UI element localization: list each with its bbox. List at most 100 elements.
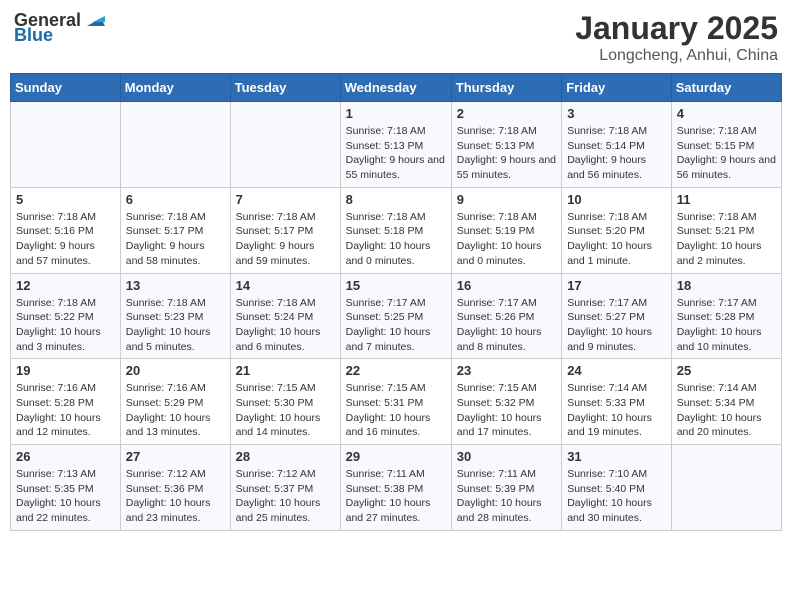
day-number: 19	[16, 363, 115, 378]
day-number: 21	[236, 363, 335, 378]
table-row: 29 Sunrise: 7:11 AM Sunset: 5:38 PM Dayli…	[340, 445, 451, 531]
table-row: 5 Sunrise: 7:18 AM Sunset: 5:16 PM Daylig…	[11, 187, 121, 273]
table-row: 17 Sunrise: 7:17 AM Sunset: 5:27 PM Dayli…	[562, 273, 672, 359]
day-number: 22	[346, 363, 446, 378]
day-info: Sunrise: 7:16 AM Sunset: 5:29 PM Dayligh…	[126, 381, 225, 440]
day-info: Sunrise: 7:18 AM Sunset: 5:19 PM Dayligh…	[457, 210, 556, 269]
logo-icon	[83, 8, 105, 30]
day-info: Sunrise: 7:17 AM Sunset: 5:27 PM Dayligh…	[567, 296, 666, 355]
day-number: 9	[457, 192, 556, 207]
header-sunday: Sunday	[11, 74, 121, 102]
table-row: 13 Sunrise: 7:18 AM Sunset: 5:23 PM Dayli…	[120, 273, 230, 359]
header-friday: Friday	[562, 74, 672, 102]
title-block: January 2025 Longcheng, Anhui, China	[575, 10, 778, 65]
day-info: Sunrise: 7:15 AM Sunset: 5:32 PM Dayligh…	[457, 381, 556, 440]
day-info: Sunrise: 7:15 AM Sunset: 5:30 PM Dayligh…	[236, 381, 335, 440]
table-row: 31 Sunrise: 7:10 AM Sunset: 5:40 PM Dayli…	[562, 445, 672, 531]
day-number: 25	[677, 363, 776, 378]
header-thursday: Thursday	[451, 74, 561, 102]
month-title: January 2025	[575, 10, 778, 47]
day-number: 20	[126, 363, 225, 378]
day-info: Sunrise: 7:18 AM Sunset: 5:20 PM Dayligh…	[567, 210, 666, 269]
calendar-table: Sunday Monday Tuesday Wednesday Thursday…	[10, 73, 782, 531]
table-row: 12Sunrise: 7:18 AM Sunset: 5:22 PM Dayli…	[11, 273, 121, 359]
table-row: 1 Sunrise: 7:18 AM Sunset: 5:13 PM Daylig…	[340, 102, 451, 188]
day-number: 31	[567, 449, 666, 464]
day-info: Sunrise: 7:18 AM Sunset: 5:23 PM Dayligh…	[126, 296, 225, 355]
table-row: 4 Sunrise: 7:18 AM Sunset: 5:15 PM Daylig…	[671, 102, 781, 188]
day-info: Sunrise: 7:18 AM Sunset: 5:16 PM Dayligh…	[16, 210, 115, 269]
day-number: 23	[457, 363, 556, 378]
day-number: 30	[457, 449, 556, 464]
table-row: 10 Sunrise: 7:18 AM Sunset: 5:20 PM Dayli…	[562, 187, 672, 273]
day-info: Sunrise: 7:12 AM Sunset: 5:36 PM Dayligh…	[126, 467, 225, 526]
table-row	[671, 445, 781, 531]
day-number: 10	[567, 192, 666, 207]
table-row: 2 Sunrise: 7:18 AM Sunset: 5:13 PM Daylig…	[451, 102, 561, 188]
header-monday: Monday	[120, 74, 230, 102]
logo: General Blue	[14, 10, 105, 46]
header-saturday: Saturday	[671, 74, 781, 102]
day-number: 1	[346, 106, 446, 121]
table-row: 24Sunrise: 7:14 AM Sunset: 5:33 PM Dayli…	[562, 359, 672, 445]
table-row: 27 Sunrise: 7:12 AM Sunset: 5:36 PM Dayli…	[120, 445, 230, 531]
day-info: Sunrise: 7:18 AM Sunset: 5:22 PM Dayligh…	[16, 296, 115, 355]
table-row: 3 Sunrise: 7:18 AM Sunset: 5:14 PM Daylig…	[562, 102, 672, 188]
table-row: 22 Sunrise: 7:15 AM Sunset: 5:31 PM Dayli…	[340, 359, 451, 445]
location-title: Longcheng, Anhui, China	[575, 47, 778, 65]
day-info: Sunrise: 7:11 AM Sunset: 5:39 PM Dayligh…	[457, 467, 556, 526]
table-row: 7Sunrise: 7:18 AM Sunset: 5:17 PM Daylig…	[230, 187, 340, 273]
day-info: Sunrise: 7:17 AM Sunset: 5:26 PM Dayligh…	[457, 296, 556, 355]
day-number: 17	[567, 278, 666, 293]
day-number: 2	[457, 106, 556, 121]
table-row: 14 Sunrise: 7:18 AM Sunset: 5:24 PM Dayli…	[230, 273, 340, 359]
day-info: Sunrise: 7:14 AM Sunset: 5:33 PM Dayligh…	[567, 381, 666, 440]
day-info: Sunrise: 7:18 AM Sunset: 5:15 PM Dayligh…	[677, 124, 776, 183]
day-number: 28	[236, 449, 335, 464]
day-info: Sunrise: 7:16 AM Sunset: 5:28 PM Dayligh…	[16, 381, 115, 440]
day-number: 14	[236, 278, 335, 293]
calendar-header-row: Sunday Monday Tuesday Wednesday Thursday…	[11, 74, 782, 102]
calendar-week-row: 19 Sunrise: 7:16 AM Sunset: 5:28 PM Dayli…	[11, 359, 782, 445]
table-row: 8 Sunrise: 7:18 AM Sunset: 5:18 PM Daylig…	[340, 187, 451, 273]
day-info: Sunrise: 7:14 AM Sunset: 5:34 PM Dayligh…	[677, 381, 776, 440]
table-row: 19 Sunrise: 7:16 AM Sunset: 5:28 PM Dayli…	[11, 359, 121, 445]
day-info: Sunrise: 7:18 AM Sunset: 5:21 PM Dayligh…	[677, 210, 776, 269]
table-row	[230, 102, 340, 188]
table-row: 18Sunrise: 7:17 AM Sunset: 5:28 PM Dayli…	[671, 273, 781, 359]
day-number: 13	[126, 278, 225, 293]
table-row: 6Sunrise: 7:18 AM Sunset: 5:17 PM Daylig…	[120, 187, 230, 273]
table-row: 21 Sunrise: 7:15 AM Sunset: 5:30 PM Dayli…	[230, 359, 340, 445]
day-info: Sunrise: 7:18 AM Sunset: 5:17 PM Dayligh…	[236, 210, 335, 269]
table-row: 28 Sunrise: 7:12 AM Sunset: 5:37 PM Dayli…	[230, 445, 340, 531]
day-number: 27	[126, 449, 225, 464]
logo-blue-text: Blue	[14, 25, 53, 46]
table-row: 9 Sunrise: 7:18 AM Sunset: 5:19 PM Daylig…	[451, 187, 561, 273]
table-row: 15Sunrise: 7:17 AM Sunset: 5:25 PM Dayli…	[340, 273, 451, 359]
day-info: Sunrise: 7:15 AM Sunset: 5:31 PM Dayligh…	[346, 381, 446, 440]
calendar-week-row: 26Sunrise: 7:13 AM Sunset: 5:35 PM Dayli…	[11, 445, 782, 531]
day-info: Sunrise: 7:17 AM Sunset: 5:25 PM Dayligh…	[346, 296, 446, 355]
calendar-week-row: 12Sunrise: 7:18 AM Sunset: 5:22 PM Dayli…	[11, 273, 782, 359]
day-info: Sunrise: 7:12 AM Sunset: 5:37 PM Dayligh…	[236, 467, 335, 526]
day-info: Sunrise: 7:18 AM Sunset: 5:13 PM Dayligh…	[346, 124, 446, 183]
table-row: 30 Sunrise: 7:11 AM Sunset: 5:39 PM Dayli…	[451, 445, 561, 531]
header-wednesday: Wednesday	[340, 74, 451, 102]
day-number: 6	[126, 192, 225, 207]
calendar-week-row: 5 Sunrise: 7:18 AM Sunset: 5:16 PM Daylig…	[11, 187, 782, 273]
table-row: 11Sunrise: 7:18 AM Sunset: 5:21 PM Dayli…	[671, 187, 781, 273]
day-number: 5	[16, 192, 115, 207]
day-info: Sunrise: 7:10 AM Sunset: 5:40 PM Dayligh…	[567, 467, 666, 526]
day-number: 4	[677, 106, 776, 121]
day-number: 8	[346, 192, 446, 207]
day-info: Sunrise: 7:17 AM Sunset: 5:28 PM Dayligh…	[677, 296, 776, 355]
day-number: 3	[567, 106, 666, 121]
day-number: 29	[346, 449, 446, 464]
day-info: Sunrise: 7:18 AM Sunset: 5:14 PM Dayligh…	[567, 124, 666, 183]
day-info: Sunrise: 7:11 AM Sunset: 5:38 PM Dayligh…	[346, 467, 446, 526]
day-info: Sunrise: 7:18 AM Sunset: 5:24 PM Dayligh…	[236, 296, 335, 355]
day-info: Sunrise: 7:18 AM Sunset: 5:18 PM Dayligh…	[346, 210, 446, 269]
day-info: Sunrise: 7:18 AM Sunset: 5:13 PM Dayligh…	[457, 124, 556, 183]
day-info: Sunrise: 7:13 AM Sunset: 5:35 PM Dayligh…	[16, 467, 115, 526]
header-tuesday: Tuesday	[230, 74, 340, 102]
